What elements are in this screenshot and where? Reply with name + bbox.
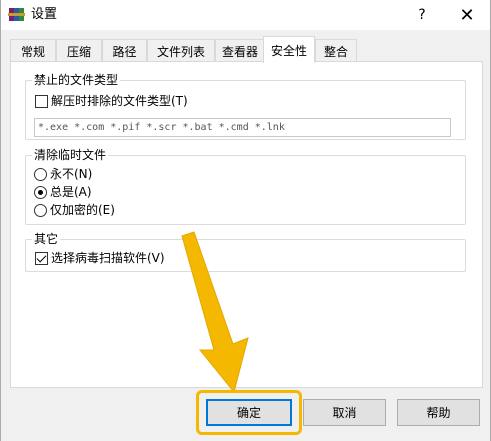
radio-circle: [34, 167, 47, 181]
security-panel: 禁止的文件类型 解压时排除的文件类型(T) *.exe *.com *.pif …: [10, 61, 483, 388]
cancel-button[interactable]: 取消: [303, 399, 386, 426]
tab-general[interactable]: 常规: [10, 39, 56, 62]
file-types-input[interactable]: *.exe *.com *.pif *.scr *.bat *.cmd *.ln…: [34, 118, 451, 137]
radio-circle: [34, 203, 47, 217]
tab-viewer[interactable]: 查看器: [215, 39, 265, 62]
winrar-books-icon: [8, 8, 25, 21]
tab-paths[interactable]: 路径: [102, 39, 147, 62]
checkbox-box-checked: [35, 251, 48, 265]
tab-integration[interactable]: 整合: [315, 39, 357, 62]
group-title-forbidden: 禁止的文件类型: [32, 72, 121, 88]
help-button[interactable]: 帮助: [397, 399, 480, 426]
settings-dialog: 设置 ? ✕ 常规 压缩 路径 文件列表 查看器 安全性 整合 禁止的文件类型 …: [0, 0, 491, 441]
tab-security[interactable]: 安全性: [263, 36, 315, 63]
virus-scanner-checkbox[interactable]: 选择病毒扫描软件(V): [35, 250, 165, 266]
other-group: 其它 选择病毒扫描软件(V): [25, 231, 466, 272]
forbidden-types-group: 禁止的文件类型 解压时排除的文件类型(T) *.exe *.com *.pif …: [25, 72, 466, 140]
help-question-button[interactable]: ?: [399, 0, 445, 30]
radio-always[interactable]: 总是(A): [34, 184, 92, 200]
window-title: 设置: [31, 7, 58, 22]
ok-button[interactable]: 确定: [206, 399, 292, 426]
tab-compression[interactable]: 压缩: [56, 39, 102, 62]
title-bar[interactable]: 设置 ? ✕: [1, 0, 490, 30]
tab-file-list[interactable]: 文件列表: [147, 39, 215, 62]
radio-never-label: 永不(N): [50, 167, 93, 181]
checkbox-box: [35, 94, 48, 108]
close-button[interactable]: ✕: [444, 0, 490, 30]
radio-never[interactable]: 永不(N): [34, 166, 92, 182]
radio-encrypted-only[interactable]: 仅加密的(E): [34, 202, 115, 218]
radio-encrypted-label: 仅加密的(E): [50, 203, 115, 217]
group-title-temp: 清除临时文件: [32, 147, 109, 163]
temp-files-group: 清除临时文件 永不(N) 总是(A) 仅加密的(E): [25, 147, 466, 225]
radio-circle-selected: [34, 185, 47, 199]
radio-always-label: 总是(A): [50, 185, 92, 199]
virus-scanner-label: 选择病毒扫描软件(V): [51, 251, 165, 265]
group-title-other: 其它: [32, 231, 61, 247]
exclude-types-checkbox[interactable]: 解压时排除的文件类型(T): [35, 93, 188, 109]
exclude-types-label: 解压时排除的文件类型(T): [51, 94, 188, 108]
